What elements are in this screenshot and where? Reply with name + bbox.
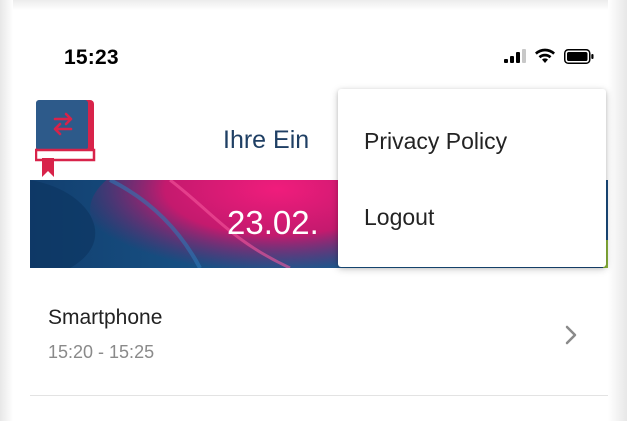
- book-swap-icon[interactable]: [35, 96, 97, 178]
- chevron-right-icon: [565, 325, 577, 345]
- banner-date: 23.02.: [227, 204, 319, 241]
- signal-icon: [504, 49, 526, 63]
- status-icons: [504, 48, 594, 64]
- list-item-time: 15:20 - 15:25: [48, 342, 155, 362]
- menu-item-logout[interactable]: Logout: [338, 179, 606, 255]
- wifi-icon: [535, 48, 555, 63]
- page-title: Ihre Ein: [223, 126, 310, 154]
- battery-icon: [564, 48, 594, 64]
- list-item-title: Smartphone: [48, 306, 163, 329]
- menu-item-privacy-policy[interactable]: Privacy Policy: [338, 103, 606, 179]
- status-bar: 15:23: [30, 10, 608, 72]
- list-divider: [30, 395, 608, 396]
- device-frame-left: [0, 0, 13, 421]
- device-frame-right: [608, 0, 627, 421]
- device-frame-top: [0, 0, 627, 10]
- overflow-menu: Privacy Policy Logout: [338, 89, 606, 267]
- list-item[interactable]: Smartphone 15:20 - 15:25: [30, 268, 608, 396]
- status-time: 15:23: [64, 46, 119, 69]
